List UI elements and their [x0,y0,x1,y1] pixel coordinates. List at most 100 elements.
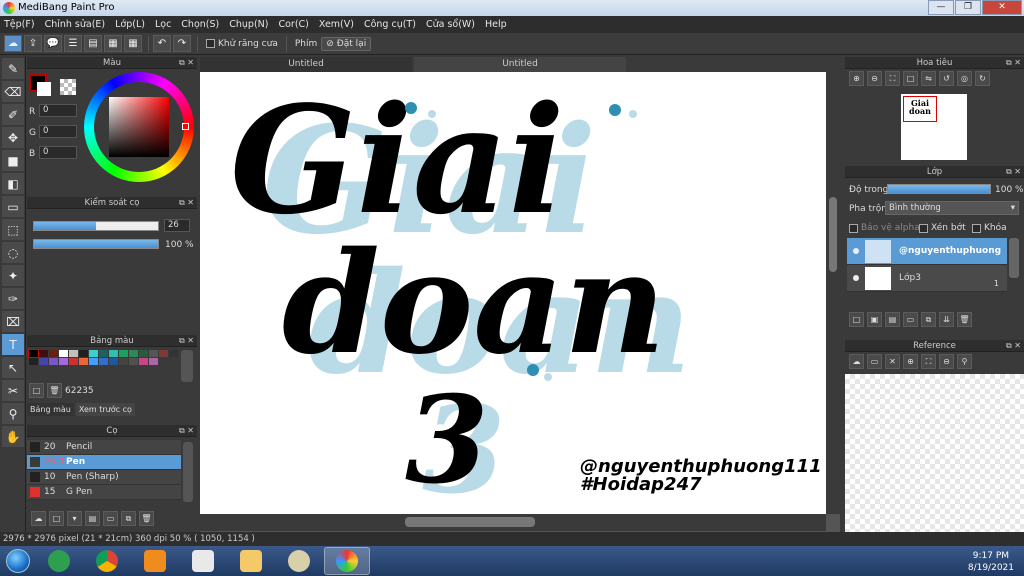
clipping-checkbox[interactable] [919,223,928,233]
hue-handle[interactable] [182,123,189,130]
reference-zoom-out-icon[interactable]: ⊖ [939,354,954,369]
select-eraser-icon[interactable]: ⌧ [2,311,24,332]
menu-layer[interactable]: Lớp(L) [115,19,145,30]
merge-layer-icon[interactable]: ⇊ [939,312,954,327]
fit-icon[interactable]: ⛶ [885,71,900,86]
menu-view[interactable]: Xem(V) [319,19,354,30]
canvas-vertical-scrollbar[interactable] [826,72,840,514]
lock-checkbox[interactable] [972,223,981,233]
palette-swatch[interactable] [99,358,108,365]
palette-swatch[interactable] [129,350,138,357]
panel-options-icon[interactable]: ⧉ ✕ [179,197,194,209]
tab-brush-preview[interactable]: Xem trước cọ [75,403,135,416]
palette-swatch[interactable] [149,358,158,365]
palette-swatch[interactable] [59,358,68,365]
select-pen-icon[interactable]: ✑ [2,288,24,309]
protect-alpha-checkbox[interactable] [849,223,858,233]
blend-mode-select[interactable]: Bình thường ▾ [885,201,1019,215]
new-layer-icon[interactable]: □ [849,312,864,327]
menu-window[interactable]: Cửa sổ(W) [426,19,475,30]
palette-swatch[interactable] [49,358,58,365]
reference-view[interactable] [845,374,1024,532]
delete-layer-icon[interactable]: 🗑 [957,312,972,327]
clipping-toggle[interactable]: Xén bớt [919,223,966,233]
brush-item-pencil[interactable]: 20 Pencil [27,440,181,455]
tab-untitled-2[interactable]: Untitled [414,57,626,72]
operation-tool-icon[interactable]: ↖ [2,357,24,378]
rotate-left-icon[interactable]: ↺ [939,71,954,86]
grid-icon[interactable]: ▦ [124,35,142,52]
cloud-icon[interactable]: ☁ [4,35,22,52]
brush-size-slider[interactable] [33,221,159,231]
menu-tools[interactable]: Công cụ(T) [364,19,416,30]
panel-options-icon[interactable]: ⧉ ✕ [179,335,194,347]
taskbar-app-4[interactable] [180,547,226,575]
horizontal-scroll-thumb[interactable] [405,517,535,527]
copy-brush-icon[interactable]: ⧉ [121,511,136,526]
gradient-tool-icon[interactable]: ▭ [2,196,24,217]
layer-scrollbar[interactable] [1009,238,1019,278]
palette-swatch[interactable] [79,358,88,365]
bucket-tool-icon[interactable]: ◧ [2,173,24,194]
select-rect-icon[interactable]: ⬚ [2,219,24,240]
lasso-tool-icon[interactable]: ◌ [2,242,24,263]
layer-row[interactable]: Lớp3 1 [847,265,1007,292]
share-icon[interactable]: ⇪ [24,35,42,52]
protect-alpha-toggle[interactable]: Bảo vệ alpha [849,223,920,233]
fill-rect-icon[interactable]: ■ [2,150,24,171]
zoom-in-icon[interactable]: ⊕ [849,71,864,86]
flip-icon[interactable]: ⇋ [921,71,936,86]
taskbar-medibang[interactable] [324,547,370,575]
menu-edit[interactable]: Chỉnh sửa(E) [45,19,106,30]
add-brush-menu-icon[interactable]: ▾ [67,511,82,526]
zoom-out-icon[interactable]: ⊖ [867,71,882,86]
palette-swatch[interactable] [159,350,168,357]
palette-swatch[interactable] [59,350,68,357]
dot-pen-icon[interactable]: ✐ [2,104,24,125]
menu-color[interactable]: Cor(C) [278,19,308,30]
taskbar-explorer[interactable] [228,547,274,575]
delete-brush-icon[interactable]: 🗑 [139,511,154,526]
layer-folder-icon[interactable]: ▭ [903,312,918,327]
taskbar-app-1[interactable] [36,547,82,575]
r-input[interactable]: 0 [39,104,77,117]
palette-swatch[interactable] [89,358,98,365]
brush-size-value[interactable]: 26 [164,219,190,232]
brush-item-pen-sharp[interactable]: 10 Pen (Sharp) [27,470,181,485]
divide-tool-icon[interactable]: ✂ [2,380,24,401]
palette-swatch[interactable] [29,358,38,365]
folder-icon[interactable]: ▭ [103,511,118,526]
panel-options-icon[interactable]: ⧉ ✕ [179,425,194,437]
saturation-value-square[interactable] [109,97,169,157]
list-icon[interactable]: ☰ [64,35,82,52]
tab-untitled-1[interactable]: Untitled [200,57,412,72]
eyedropper-tool-icon[interactable]: ⚲ [2,403,24,424]
system-clock[interactable]: 9:17 PM 8/19/2021 [968,550,1014,574]
palette-swatch[interactable] [99,350,108,357]
palette-swatch[interactable] [139,350,148,357]
undo-icon[interactable]: ↶ [153,35,171,52]
brush-item-pen[interactable]: 26.0 Pen [27,455,181,470]
drawing-canvas[interactable]: Giai doan 3 Giai doan 3 @nguyenthuphuong… [200,72,826,514]
g-input[interactable]: 0 [39,125,77,138]
new-brush-icon[interactable]: □ [49,511,64,526]
brush-list-scrollbar[interactable] [183,442,193,502]
palette-swatch[interactable] [119,358,128,365]
cloud-reference-icon[interactable]: ☁ [849,354,864,369]
eye-icon[interactable] [853,248,859,254]
navigator-preview[interactable]: Giai doan [901,94,967,160]
taskbar-chrome[interactable] [84,547,130,575]
restore-button[interactable]: ❐ [955,0,981,15]
open-reference-icon[interactable]: ▭ [867,354,882,369]
menu-select[interactable]: Chọn(S) [181,19,219,30]
vertical-scroll-thumb[interactable] [829,197,837,272]
close-reference-icon[interactable]: ✕ [885,354,900,369]
eye-icon[interactable] [853,275,859,281]
palette-swatch[interactable] [149,350,158,357]
tab-palette[interactable]: Bảng màu [27,403,74,416]
antialias-toggle[interactable]: Khử răng cưa [206,39,278,49]
palette-swatch[interactable] [119,350,128,357]
rotate-reset-icon[interactable]: ◎ [957,71,972,86]
menu-filter[interactable]: Lọc [155,19,171,30]
brush-opacity-slider[interactable] [33,239,159,249]
